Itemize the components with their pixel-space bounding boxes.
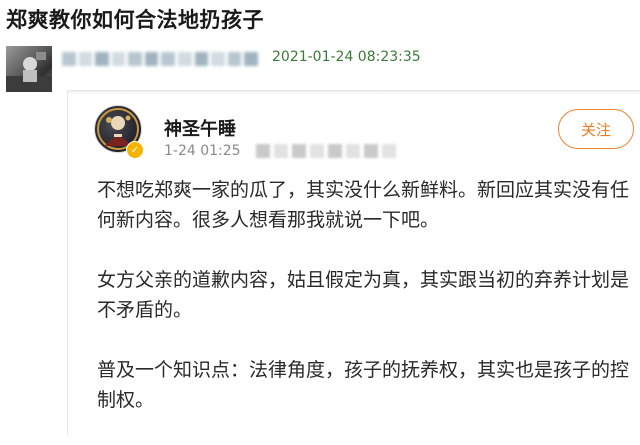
post-paragraph: 不想吃郑爽一家的瓜了，其实没什么新鲜料。新回应其实没有任何新内容。很多人想看那我… bbox=[97, 179, 630, 231]
post-time: 1-24 01:25 bbox=[164, 143, 241, 159]
article-title: 郑爽教你如何合法地扔孩子 bbox=[6, 8, 264, 32]
poster-name-redacted bbox=[62, 52, 258, 66]
post-source-redacted bbox=[256, 144, 396, 158]
follow-button[interactable]: 关注 bbox=[558, 109, 634, 149]
verified-icon: ✓ bbox=[126, 141, 144, 159]
poster-avatar[interactable] bbox=[6, 46, 52, 92]
poster-timestamp: 2021-01-24 08:23:35 bbox=[272, 49, 421, 65]
post-body: 不想吃郑爽一家的瓜了，其实没什么新鲜料。新回应其实没有任何新内容。很多人想看那我… bbox=[97, 175, 635, 445]
user-name[interactable]: 神圣午睡 bbox=[164, 115, 236, 141]
post-paragraph: 女方父亲的道歉内容，姑且假定为真，其实跟当初的弃养计划是不矛盾的。 bbox=[97, 269, 630, 321]
post-card: ✓ 神圣午睡 1-24 01:25 关注 不想吃郑爽一家的瓜了，其实没什么新鲜料… bbox=[67, 90, 640, 435]
post-paragraph: 普及一个知识点：法律角度，孩子的抚养权，其实也是孩子的控制权。 bbox=[97, 359, 630, 411]
